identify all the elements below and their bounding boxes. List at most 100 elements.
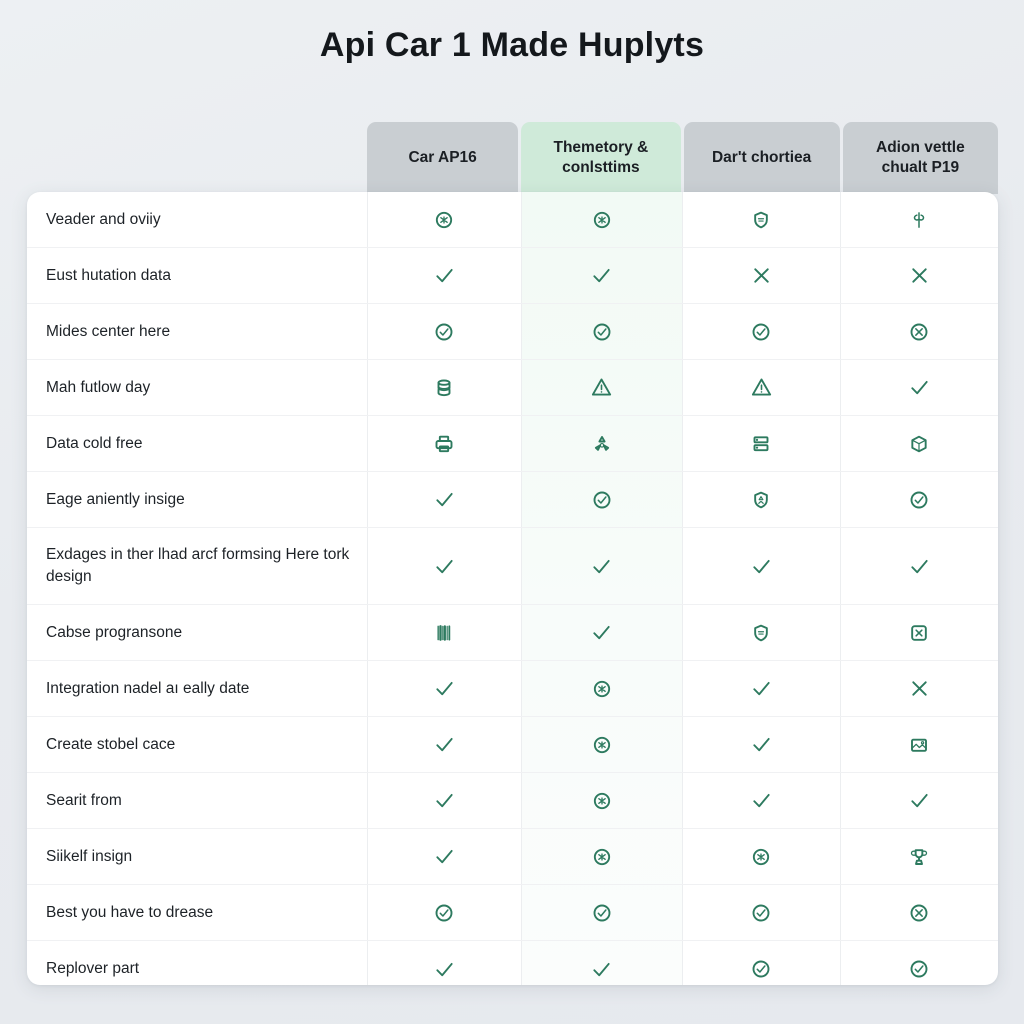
circle-glyph-icon [592, 847, 612, 867]
cell-11-3 [840, 829, 998, 884]
row-label: Data cold free [46, 434, 143, 452]
check-icon [750, 555, 773, 578]
cell-4-2 [682, 416, 840, 471]
row-label: Integration nadel aı eally date [46, 679, 250, 697]
cell-10-2 [682, 773, 840, 828]
warning-triangle-icon [590, 376, 613, 399]
cell-5-0 [367, 472, 521, 527]
cell-7-3 [840, 605, 998, 660]
cross-icon [908, 264, 931, 287]
row-label: Replover part [46, 960, 140, 977]
circle-cross-icon [909, 903, 929, 923]
circle-check-icon [592, 322, 612, 342]
cell-6-2 [682, 528, 840, 604]
check-icon [433, 958, 456, 981]
table-row: Cabse progransone [27, 605, 998, 661]
column-header-0[interactable]: Car AP16 [367, 122, 519, 194]
cell-6-0 [367, 528, 521, 604]
cross-icon [750, 264, 773, 287]
row-label: Exdages in ther lhad arcf formsing Here … [46, 546, 350, 585]
recycle-shield-icon [751, 490, 771, 510]
circle-check-icon [434, 322, 454, 342]
column-header-3[interactable]: Adion vettle chualt P19 [842, 122, 998, 194]
check-icon [590, 621, 613, 644]
cube-icon [909, 434, 929, 454]
table-row: Eage aniently insige [27, 472, 998, 528]
column-header-1[interactable]: Themetory & conlsttims [521, 122, 681, 194]
cell-5-2 [682, 472, 840, 527]
table-row: Exdages in ther lhad arcf formsing Here … [27, 528, 998, 605]
row-label: Veader and oviiy [46, 210, 161, 228]
cell-7-0 [367, 605, 521, 660]
table-row: Eust hutation data [27, 248, 998, 304]
cell-6-3 [840, 528, 998, 604]
cell-9-1 [521, 717, 682, 772]
check-icon [590, 264, 613, 287]
cell-12-0 [367, 885, 521, 940]
cell-13-0 [367, 941, 521, 985]
cell-7-2 [682, 605, 840, 660]
circle-glyph-icon [751, 847, 771, 867]
cell-4-0 [367, 416, 521, 471]
cell-2-0 [367, 304, 521, 359]
circle-glyph-icon [434, 210, 454, 230]
row-label: Eage aniently insige [46, 490, 185, 508]
server-icon [751, 434, 771, 454]
cell-8-3 [840, 661, 998, 716]
row-label: Eust hutation data [46, 266, 171, 284]
printer-icon [434, 434, 454, 454]
square-cross-icon [909, 623, 929, 643]
table-row: Best you have to drease [27, 885, 998, 941]
shield-glyph-icon [751, 210, 771, 230]
check-icon [433, 677, 456, 700]
cell-12-3 [840, 885, 998, 940]
table-row: Mah futlow day [27, 360, 998, 416]
circle-glyph-icon [592, 791, 612, 811]
cell-9-0 [367, 717, 521, 772]
cell-1-3 [840, 248, 998, 303]
cell-1-0 [367, 248, 521, 303]
cell-2-2 [682, 304, 840, 359]
circle-check-icon [751, 959, 771, 979]
cell-4-3 [840, 416, 998, 471]
check-icon [750, 733, 773, 756]
column-header-2[interactable]: Dar't chortiea [683, 122, 840, 194]
cell-0-0 [367, 192, 521, 247]
circle-check-icon [909, 490, 929, 510]
row-label: Best you have to drease [46, 903, 214, 921]
check-icon [908, 376, 931, 399]
table-row: Data cold free [27, 416, 998, 472]
cell-11-0 [367, 829, 521, 884]
comparison-table-card: Veader and oviiy Eust hutation data Mides … [27, 192, 998, 985]
cell-5-3 [840, 472, 998, 527]
recycle-icon [592, 434, 612, 454]
cell-11-2 [682, 829, 840, 884]
cell-8-1 [521, 661, 682, 716]
row-label: Mah futlow day [46, 378, 151, 396]
check-icon [433, 733, 456, 756]
cell-11-1 [521, 829, 682, 884]
check-icon [908, 555, 931, 578]
check-icon [590, 555, 613, 578]
cell-5-1 [521, 472, 682, 527]
table-body: Veader and oviiy Eust hutation data Mides … [27, 192, 998, 985]
cell-8-2 [682, 661, 840, 716]
cell-13-3 [840, 941, 998, 985]
shield-glyph-icon [751, 623, 771, 643]
circle-glyph-icon [592, 679, 612, 699]
trophy-icon [909, 847, 929, 867]
image-frame-icon [909, 735, 929, 755]
cell-2-1 [521, 304, 682, 359]
circle-glyph-icon [592, 210, 612, 230]
warning-triangle-icon [750, 376, 773, 399]
check-icon [750, 789, 773, 812]
cell-13-2 [682, 941, 840, 985]
check-icon [433, 264, 456, 287]
barcode-icon [434, 623, 454, 643]
table-row: Siikelf insign [27, 829, 998, 885]
circle-check-icon [751, 322, 771, 342]
row-label: Cabse progransone [46, 623, 183, 641]
table-row: Integration nadel aı eally date [27, 661, 998, 717]
table-row: Create stobel cace [27, 717, 998, 773]
cell-10-1 [521, 773, 682, 828]
